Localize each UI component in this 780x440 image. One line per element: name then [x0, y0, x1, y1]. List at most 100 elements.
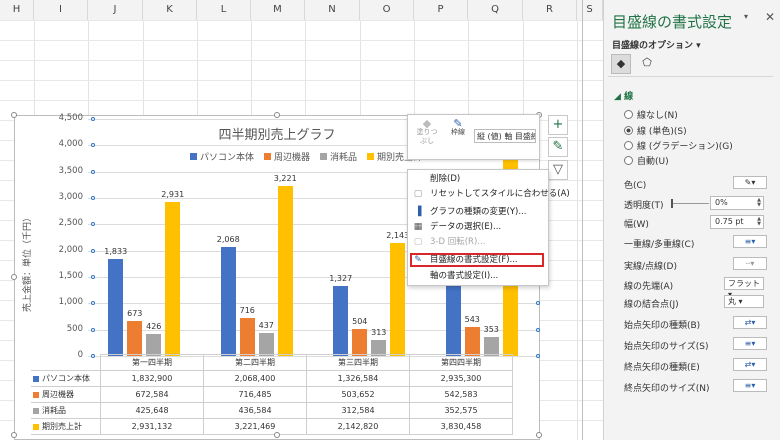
outline-button[interactable]: ✎ 枠線: [444, 118, 472, 137]
resize-handle[interactable]: [536, 432, 542, 438]
radio-no-line[interactable]: 線なし(N): [624, 108, 678, 121]
gridline-selection-handle[interactable]: [91, 327, 95, 332]
chevron-down-icon: ▾: [738, 297, 743, 306]
menu-item-select-data[interactable]: ▦ データの選択(E)...: [408, 220, 548, 234]
begin-arrow-size-button[interactable]: ≡▾: [733, 337, 767, 350]
menu-item-format-axis[interactable]: 軸の書式設定(I)...: [408, 269, 548, 283]
data-label: 1,833: [104, 247, 128, 257]
menu-item-3d-rotation[interactable]: ▢ 3-D 回転(R)...: [408, 235, 548, 249]
begin-arrow-type-label: 始点矢印の種類(B): [624, 321, 701, 331]
chart-legend[interactable]: パソコン本体 周辺機器 消耗品 期別売上計: [190, 150, 422, 163]
table-cell: 312,584: [306, 402, 410, 419]
gridline-selection-handle[interactable]: [536, 354, 540, 358]
y-tick-label: 1,500: [58, 271, 83, 281]
gridline-selection-handle[interactable]: [91, 222, 95, 227]
chart-styles-button[interactable]: ✎: [548, 137, 568, 157]
resize-handle[interactable]: [274, 432, 280, 438]
column-header[interactable]: J: [88, 0, 143, 20]
column-header[interactable]: I: [34, 0, 88, 20]
column-header[interactable]: L: [197, 0, 251, 20]
row-header: 期別売上計: [31, 418, 101, 435]
end-arrow-type-button[interactable]: ⇄▾: [733, 358, 767, 371]
radio-gradient-line[interactable]: 線 (グラデーション)(G): [624, 139, 733, 152]
gridline-selection-handle[interactable]: [91, 275, 95, 279]
resize-handle[interactable]: [11, 432, 17, 438]
bar[interactable]: [146, 333, 162, 356]
slider-thumb[interactable]: [671, 199, 673, 208]
transparency-slider[interactable]: [671, 203, 709, 204]
gridline-selection-handle[interactable]: [91, 248, 95, 253]
gridline-selection-handle[interactable]: [91, 143, 95, 148]
spinner-icon[interactable]: ▲ ▼: [757, 217, 761, 227]
rotate-3d-icon: ▢: [413, 237, 423, 247]
column-header[interactable]: H: [0, 0, 34, 20]
join-type-select[interactable]: 丸 ▾: [724, 295, 764, 308]
bar[interactable]: [220, 247, 236, 356]
gridline-selection-handle[interactable]: [536, 327, 540, 332]
compound-type-button[interactable]: ≡▾: [733, 235, 767, 248]
resize-handle[interactable]: [274, 112, 280, 118]
y-tick-label: 3,500: [58, 165, 83, 176]
mini-toolbar: ◆ 塗りつぶし ✎ 枠線 縦 (値) 軸 目盛線: [407, 114, 540, 160]
color-picker-button[interactable]: ✎▾: [733, 176, 767, 189]
worksheet[interactable]: H I J K L M N O P Q R S 四半期別売上グラフ パソコン本体…: [0, 0, 603, 440]
menu-item-delete[interactable]: 削除(D): [408, 172, 548, 186]
tab-fill-line[interactable]: ◆: [611, 54, 631, 74]
join-type-value: 丸: [728, 297, 736, 306]
table-cell: 2,935,300: [409, 370, 513, 387]
column-header[interactable]: K: [143, 0, 197, 20]
column-header-bar: H I J K L M N O P Q R S: [0, 0, 603, 21]
data-label: 2,931: [161, 189, 185, 199]
row-gridline: [0, 60, 603, 61]
y-tick-label: 1,000: [58, 297, 83, 308]
chart-element-select[interactable]: 縦 (値) 軸 目盛線: [474, 129, 536, 143]
chevron-down-icon[interactable]: ▾: [744, 12, 748, 21]
y-tick-label: 4,000: [58, 139, 83, 150]
bar[interactable]: [165, 201, 181, 356]
chart-filters-button[interactable]: ▽: [548, 160, 568, 180]
radio-automatic[interactable]: 自動(U): [624, 154, 669, 167]
gridline-selection-handle[interactable]: [91, 169, 95, 174]
column-header[interactable]: N: [305, 0, 360, 20]
legend-key-consumable: [320, 153, 328, 160]
transparency-input[interactable]: 0% ▲ ▼: [710, 196, 764, 210]
fill-button[interactable]: ◆ 塗りつぶし: [414, 118, 440, 146]
bar[interactable]: [277, 186, 293, 356]
bar[interactable]: [390, 243, 406, 356]
column-header[interactable]: M: [251, 0, 305, 20]
end-arrow-size-button[interactable]: ≡▾: [733, 379, 767, 392]
column-header[interactable]: S: [577, 0, 603, 20]
begin-arrow-type-button[interactable]: ⇄▾: [733, 316, 767, 329]
section-line-header[interactable]: ◢ 線: [614, 89, 633, 102]
line-style-icon: ≡▾: [744, 237, 756, 246]
menu-item-change-chart-type[interactable]: ▐ グラフの種類の変更(Y)...: [408, 205, 548, 219]
menu-item-reset-style[interactable]: ▢ リセットしてスタイルに合わせる(A): [408, 187, 570, 201]
table-cell: 2,931,132: [100, 418, 204, 435]
column-header[interactable]: P: [414, 0, 468, 20]
resize-handle[interactable]: [11, 274, 17, 280]
width-input[interactable]: 0.75 pt ▲ ▼: [710, 215, 764, 229]
cap-type-select[interactable]: フラット ▾: [724, 277, 764, 299]
options-dropdown[interactable]: 目盛線のオプション ▾: [612, 38, 701, 51]
column-header[interactable]: Q: [468, 0, 523, 20]
gridline-selection-handle[interactable]: [91, 196, 95, 200]
gridline-selection-handle[interactable]: [536, 301, 540, 306]
bar[interactable]: [258, 332, 274, 356]
close-icon[interactable]: ✕: [765, 10, 775, 24]
column-header[interactable]: O: [360, 0, 414, 20]
column-header[interactable]: R: [523, 0, 577, 20]
gridline[interactable]: [88, 303, 538, 305]
dash-type-button[interactable]: ┄▾: [733, 257, 767, 270]
resize-handle[interactable]: [11, 112, 17, 118]
gridline-selection-handle[interactable]: [91, 301, 95, 306]
gridline-selection-handle[interactable]: [91, 117, 95, 121]
radio-solid-line[interactable]: 線 (単色)(S): [624, 124, 687, 137]
table-cell: 3,830,458: [409, 418, 513, 435]
row-label: 期別売上計: [42, 422, 82, 431]
data-table[interactable]: 第一四半期 第二四半期 第三四半期 第四四半期 パソコン本体 1,832,900…: [31, 354, 513, 435]
spinner-icon[interactable]: ▲ ▼: [757, 198, 761, 208]
highlight-box: [410, 253, 544, 267]
dash-icon: ┄▾: [745, 259, 755, 268]
chart-elements-button[interactable]: +: [548, 115, 568, 135]
tab-effects[interactable]: ⬠: [638, 54, 656, 72]
